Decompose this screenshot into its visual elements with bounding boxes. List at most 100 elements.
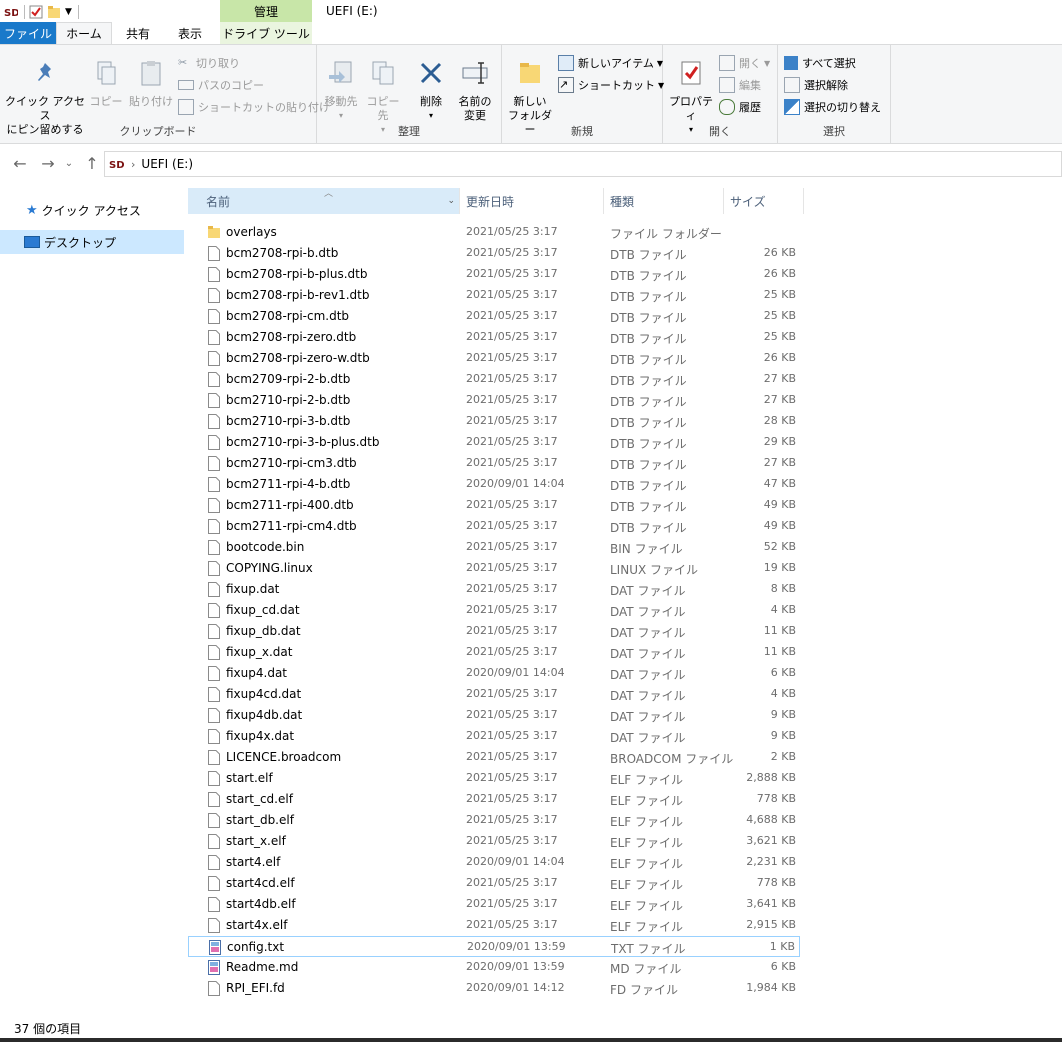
file-row[interactable]: bcm2708-rpi-b-plus.dtb 2021/05/25 3:17 DTB…: [188, 264, 800, 285]
file-row[interactable]: bcm2709-rpi-2-b.dtb 2021/05/25 3:17 DTB ファ…: [188, 369, 800, 390]
column-header-name[interactable]: 名前 ︿ ⌄: [188, 188, 460, 214]
tab-drive-tools[interactable]: ドライブ ツール: [220, 22, 312, 44]
tab-share[interactable]: 共有: [114, 22, 162, 44]
file-row[interactable]: start_db.elf 2021/05/25 3:17 ELF ファイル 4,688…: [188, 810, 800, 831]
select-none-button[interactable]: 選択解除: [784, 75, 848, 95]
file-row[interactable]: fixup4db.dat 2021/05/25 3:17 DAT ファイル 9 KB: [188, 705, 800, 726]
file-row[interactable]: start_cd.elf 2021/05/25 3:17 ELF ファイル 778 K…: [188, 789, 800, 810]
file-row[interactable]: COPYING.linux 2021/05/25 3:17 LINUX ファイル 19…: [188, 558, 800, 579]
file-row[interactable]: fixup_x.dat 2021/05/25 3:17 DAT ファイル 11 KB: [188, 642, 800, 663]
file-row[interactable]: fixup4x.dat 2021/05/25 3:17 DAT ファイル 9 KB: [188, 726, 800, 747]
cut-button[interactable]: ✂ 切り取り: [178, 53, 240, 73]
file-row[interactable]: fixup_db.dat 2021/05/25 3:17 DAT ファイル 11 KB: [188, 621, 800, 642]
edit-button[interactable]: 編集: [719, 75, 761, 95]
properties-icon[interactable]: [29, 5, 43, 19]
nav-desktop[interactable]: デスクトップ: [0, 230, 184, 254]
paste-shortcut-icon: [178, 99, 194, 115]
move-to-button[interactable]: 移動先 ▾: [321, 59, 361, 123]
file-row[interactable]: fixup4.dat 2020/09/01 14:04 DAT ファイル 6 KB: [188, 663, 800, 684]
forward-button[interactable]: →: [38, 154, 58, 174]
paste-button[interactable]: 貼り付け: [128, 59, 174, 109]
file-name: bcm2708-rpi-zero-w.dtb: [226, 351, 370, 365]
file-row[interactable]: bootcode.bin 2021/05/25 3:17 BIN ファイル 52 KB: [188, 537, 800, 558]
file-row[interactable]: bcm2708-rpi-b-rev1.dtb 2021/05/25 3:17 DTB…: [188, 285, 800, 306]
file-row[interactable]: bcm2710-rpi-3-b.dtb 2021/05/25 3:17 DTB ファ…: [188, 411, 800, 432]
file-row[interactable]: start4db.elf 2021/05/25 3:17 ELF ファイル 3,641…: [188, 894, 800, 915]
tab-file[interactable]: ファイル: [0, 22, 56, 44]
history-button[interactable]: 履歴: [719, 97, 761, 117]
file-rows: overlays 2021/05/25 3:17 ファイル フォルダー bcm2708…: [188, 222, 1062, 999]
copy-path-button[interactable]: パスのコピー: [178, 75, 264, 95]
file-row[interactable]: bcm2708-rpi-cm.dtb 2021/05/25 3:17 DTB ファイ…: [188, 306, 800, 327]
file-row[interactable]: config.txt 2020/09/01 13:59 TXT ファイル 1 KB: [188, 936, 800, 957]
file-row[interactable]: bcm2711-rpi-4-b.dtb 2020/09/01 14:04 DTB フ…: [188, 474, 800, 495]
rename-button[interactable]: 名前の 変更: [453, 59, 497, 123]
file-type: BIN ファイル: [610, 542, 683, 556]
invert-selection-button[interactable]: 選択の切り替え: [784, 97, 881, 117]
file-row[interactable]: start.elf 2021/05/25 3:17 ELF ファイル 2,888 KB: [188, 768, 800, 789]
file-icon: [208, 519, 220, 534]
file-row[interactable]: RPI_EFI.fd 2020/09/01 14:12 FD ファイル 1,984 K…: [188, 978, 800, 999]
file-row[interactable]: bcm2710-rpi-3-b-plus.dtb 2021/05/25 3:17 D…: [188, 432, 800, 453]
chevron-down-icon[interactable]: ⌄: [447, 196, 455, 206]
file-date: 2021/05/25 3:17: [466, 624, 558, 637]
back-button[interactable]: ←: [10, 154, 30, 174]
tab-view[interactable]: 表示: [164, 22, 216, 44]
file-row[interactable]: fixup_cd.dat 2021/05/25 3:17 DAT ファイル 4 KB: [188, 600, 800, 621]
move-to-icon: [329, 61, 352, 83]
delete-button[interactable]: 削除 ▾: [413, 59, 449, 123]
file-date: 2021/05/25 3:17: [466, 372, 558, 385]
breadcrumb-drive[interactable]: UEFI (E:): [141, 157, 193, 171]
file-row[interactable]: start4x.elf 2021/05/25 3:17 ELF ファイル 2,915 …: [188, 915, 800, 936]
file-name: bcm2711-rpi-400.dtb: [226, 498, 354, 512]
file-row[interactable]: fixup4cd.dat 2021/05/25 3:17 DAT ファイル 4 KB: [188, 684, 800, 705]
file-size: 29 KB: [763, 435, 796, 448]
file-row[interactable]: Readme.md 2020/09/01 13:59 MD ファイル 6 KB: [188, 957, 800, 978]
up-button[interactable]: ↑: [82, 154, 102, 174]
file-row[interactable]: bcm2708-rpi-zero.dtb 2021/05/25 3:17 DTB フ…: [188, 327, 800, 348]
file-date: 2021/05/25 3:17: [466, 435, 558, 448]
open-icon: [719, 55, 735, 71]
file-row[interactable]: bcm2708-rpi-b.dtb 2021/05/25 3:17 DTB ファイル…: [188, 243, 800, 264]
open-button[interactable]: 開く ▼: [719, 53, 770, 73]
file-row[interactable]: LICENCE.broadcom 2021/05/25 3:17 BROADCOM …: [188, 747, 800, 768]
file-type: DTB ファイル: [610, 500, 687, 514]
select-none-icon: [784, 77, 800, 93]
file-icon: [208, 813, 220, 828]
file-size: 6 KB: [770, 960, 796, 973]
file-row[interactable]: bcm2710-rpi-2-b.dtb 2021/05/25 3:17 DTB ファ…: [188, 390, 800, 411]
paste-shortcut-button[interactable]: ショートカットの貼り付け: [178, 97, 330, 117]
new-item-button[interactable]: 新しいアイテム ▼: [558, 53, 663, 73]
column-header-type[interactable]: 種類: [604, 188, 724, 214]
ribbon-tabs: ファイル ホーム 共有 表示 ドライブ ツール: [0, 22, 1062, 44]
file-row[interactable]: bcm2711-rpi-cm4.dtb 2021/05/25 3:17 DTB ファ…: [188, 516, 800, 537]
tab-home[interactable]: ホーム: [56, 22, 112, 44]
new-folder-icon[interactable]: [47, 5, 61, 19]
file-row[interactable]: fixup.dat 2021/05/25 3:17 DAT ファイル 8 KB: [188, 579, 800, 600]
history-label: 履歴: [739, 101, 761, 114]
file-row[interactable]: start4.elf 2020/09/01 14:04 ELF ファイル 2,231 …: [188, 852, 800, 873]
copy-button[interactable]: コピー: [88, 59, 124, 109]
open-dropdown-icon: ▼: [764, 58, 771, 68]
file-type: DAT ファイル: [610, 647, 686, 661]
file-size: 4 KB: [770, 687, 796, 700]
file-row[interactable]: bcm2708-rpi-zero-w.dtb 2021/05/25 3:17 DTB…: [188, 348, 800, 369]
column-header-size[interactable]: サイズ: [724, 188, 804, 214]
file-row[interactable]: bcm2710-rpi-cm3.dtb 2021/05/25 3:17 DTB ファ…: [188, 453, 800, 474]
select-all-button[interactable]: すべて選択: [784, 53, 856, 73]
file-row[interactable]: start_x.elf 2021/05/25 3:17 ELF ファイル 3,621 …: [188, 831, 800, 852]
file-row[interactable]: bcm2711-rpi-400.dtb 2021/05/25 3:17 DTB ファ…: [188, 495, 800, 516]
file-row[interactable]: overlays 2021/05/25 3:17 ファイル フォルダー: [188, 222, 800, 243]
shortcut-icon: ↗: [558, 77, 574, 93]
file-name: start4db.elf: [226, 897, 296, 911]
file-name: start_db.elf: [226, 813, 294, 827]
file-row[interactable]: start4cd.elf 2021/05/25 3:17 ELF ファイル 778 K…: [188, 873, 800, 894]
shortcut-button[interactable]: ↗ ショートカット ▼: [558, 75, 664, 95]
address-bar[interactable]: SD › UEFI (E:): [104, 151, 1062, 177]
file-type: DTB ファイル: [610, 269, 687, 283]
file-size: 3,641 KB: [746, 897, 796, 910]
qat-dropdown-icon[interactable]: ▼: [65, 7, 72, 17]
column-header-date[interactable]: 更新日時: [460, 188, 604, 214]
nav-quick-access[interactable]: ★ クイック アクセス: [0, 198, 184, 222]
recent-locations-icon[interactable]: ⌄: [62, 154, 76, 174]
